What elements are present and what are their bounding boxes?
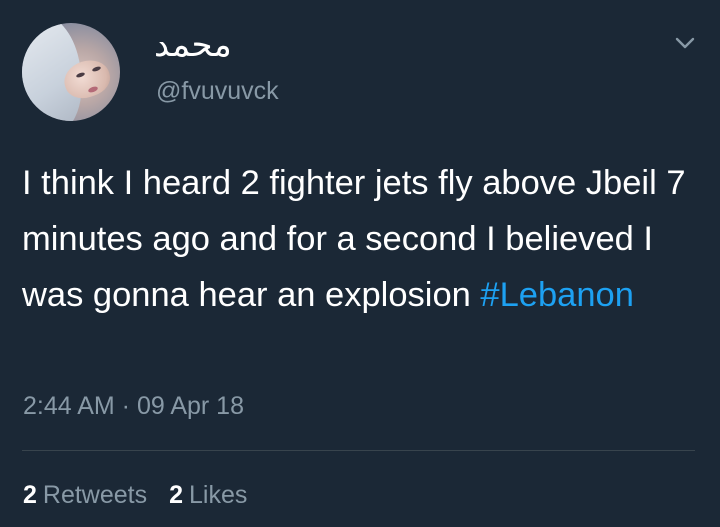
tweet-stats: 2 Retweets 2 Likes	[23, 479, 247, 511]
likes-count: 2	[169, 481, 184, 509]
tweet-card: محمد @fvuvuvck I think I heard 2 fighter…	[0, 0, 720, 527]
retweets-label: Retweets	[42, 481, 148, 509]
chevron-down-icon[interactable]	[672, 30, 698, 56]
hashtag-link[interactable]: #Lebanon	[480, 276, 634, 314]
avatar[interactable]	[22, 23, 120, 121]
user-handle[interactable]: @fvuvuvck	[156, 76, 279, 106]
tweet-text: I think I heard 2 fighter jets fly above…	[22, 155, 702, 323]
timestamp-separator: ·	[114, 392, 137, 420]
tweet-date: 09 Apr 18	[136, 392, 244, 420]
retweets-count: 2	[23, 481, 37, 509]
retweets-stat[interactable]: 2 Retweets	[23, 479, 147, 511]
likes-label: Likes	[189, 481, 248, 509]
likes-stat[interactable]: 2 Likes	[169, 479, 247, 511]
display-name[interactable]: محمد	[154, 25, 232, 65]
tweet-time: 2:44 AM	[23, 392, 115, 420]
tweet-timestamp[interactable]: 2:44 AM · 09 Apr 18	[23, 390, 244, 422]
divider	[22, 450, 695, 451]
